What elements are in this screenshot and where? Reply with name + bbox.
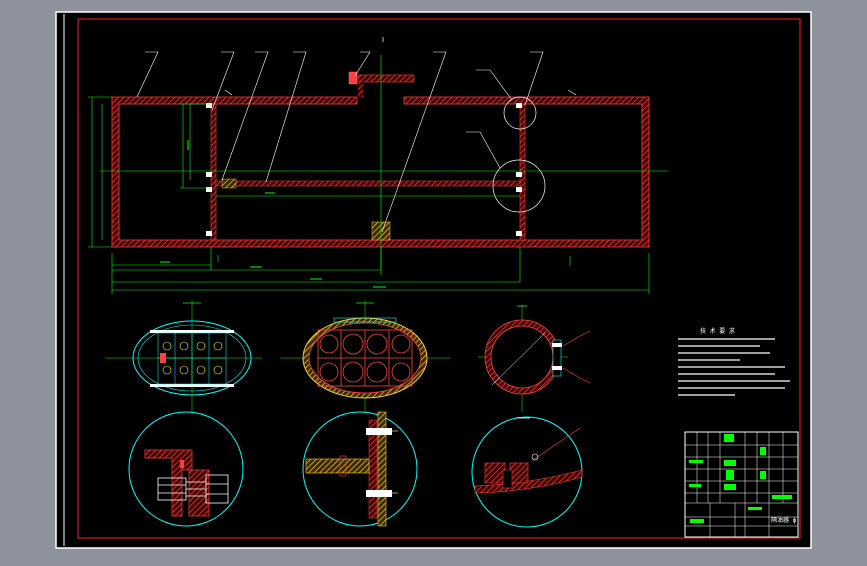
hex-bolt-icon — [516, 172, 522, 177]
hex-bolt-icon — [516, 187, 522, 192]
hex-bolt-icon — [516, 231, 522, 236]
inlet-pipe — [357, 74, 415, 83]
notes-heading: 技 术 要 求 — [700, 327, 735, 335]
drawing-canvas[interactable]: Ⅰ 技 术 要 求 隔油器 ф — [0, 0, 867, 562]
title-block-caption: 隔油器 ф — [771, 516, 797, 524]
inlet-flange — [348, 71, 358, 85]
inlet-stub — [358, 82, 363, 97]
strainer-plate — [215, 180, 521, 187]
strainer-clamp — [221, 178, 237, 189]
hex-bolt-icon — [206, 231, 212, 236]
top-mark: Ⅰ — [382, 36, 384, 44]
hex-bolt-icon — [516, 103, 522, 108]
cad-viewport[interactable]: Ⅰ 技 术 要 求 隔油器 ф — [0, 0, 867, 562]
hex-bolt-icon — [206, 172, 212, 177]
title-block: 隔油器 ф — [684, 431, 799, 538]
